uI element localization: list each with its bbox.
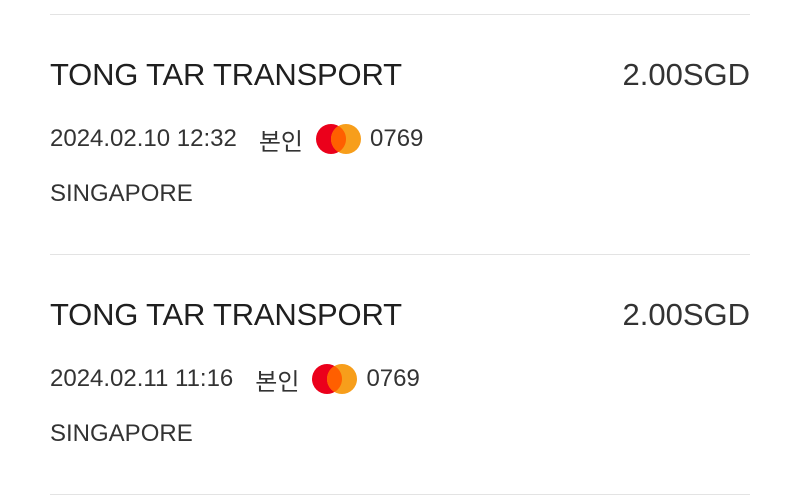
merchant-name: TONG TAR TRANSPORT bbox=[50, 297, 402, 332]
mastercard-icon bbox=[316, 124, 362, 154]
merchant-name: TONG TAR TRANSPORT bbox=[50, 57, 402, 92]
transaction-location: SINGAPORE bbox=[50, 420, 193, 447]
transaction-list: TONG TAR TRANSPORT 2.00SGD 2024.02.10 12… bbox=[50, 14, 750, 495]
transaction-item[interactable]: TONG TAR TRANSPORT 2.00SGD 2024.02.11 11… bbox=[50, 255, 750, 494]
card-owner-label: 본인 bbox=[255, 368, 300, 396]
transaction-amount: 2.00SGD bbox=[622, 57, 750, 92]
card-last4: 0769 bbox=[366, 365, 420, 392]
divider bbox=[50, 494, 750, 495]
card-last4: 0769 bbox=[370, 125, 424, 152]
card-owner-label: 본인 bbox=[258, 128, 304, 156]
transaction-datetime: 2024.02.10 12:32 bbox=[50, 125, 237, 152]
transaction-item[interactable]: TONG TAR TRANSPORT 2.00SGD 2024.02.10 12… bbox=[50, 15, 750, 254]
transaction-datetime: 2024.02.11 11:16 bbox=[50, 365, 234, 392]
mastercard-icon bbox=[312, 364, 358, 394]
transaction-meta: 2024.02.10 12:32 본인 0769 bbox=[50, 123, 424, 156]
transaction-meta: 2024.02.11 11:16 본인 0769 bbox=[50, 363, 420, 396]
transaction-amount: 2.00SGD bbox=[622, 297, 750, 332]
transaction-location: SINGAPORE bbox=[50, 180, 193, 207]
